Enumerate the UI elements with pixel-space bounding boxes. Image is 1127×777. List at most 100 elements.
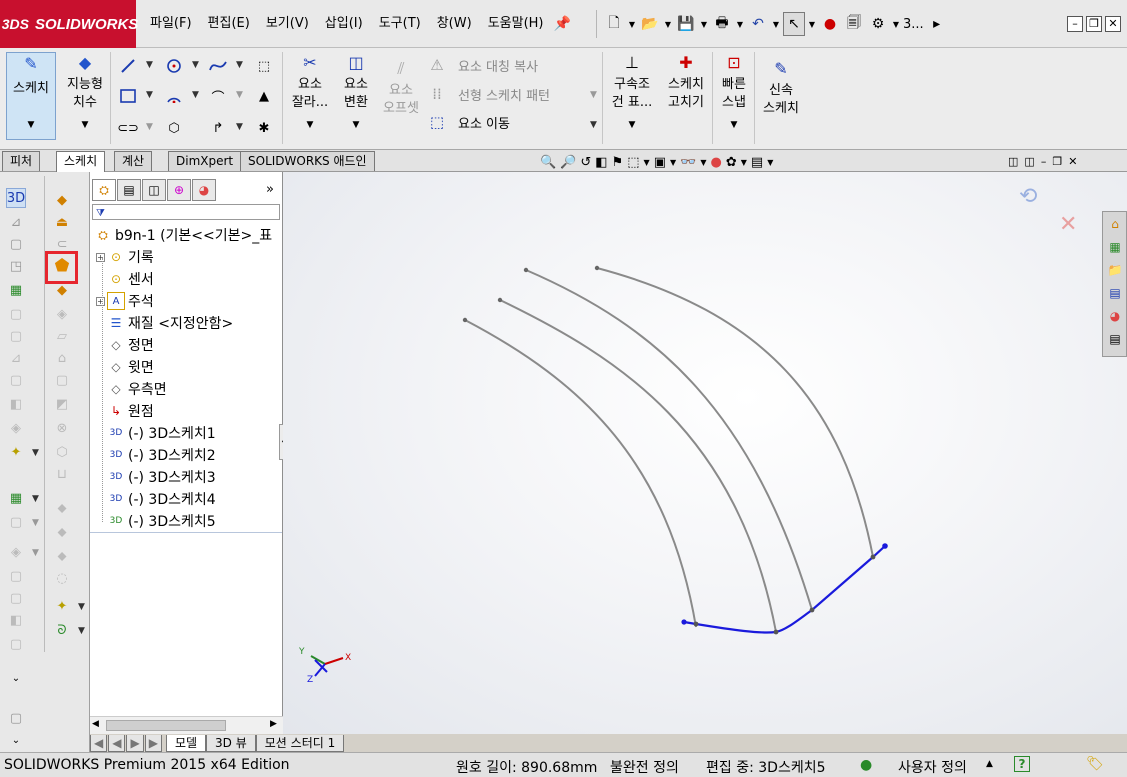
plane-icon-disabled[interactable]: ▲ [254,86,274,106]
spline-icon[interactable] [208,56,228,76]
line-dropdown-arrow[interactable]: ▼ [146,60,153,70]
exit-sketch-icon[interactable]: ⟲ [1019,184,1037,209]
guide-curve-1[interactable] [464,319,697,628]
tree-item-history[interactable]: + ⊙ 기록 [96,246,154,268]
disabled-tool-icon[interactable]: ▢ [6,370,26,390]
tab-evaluate[interactable]: 계산 [114,151,153,171]
doc-close-icon[interactable]: ✕ [1068,155,1077,168]
move-dropdown-arrow[interactable]: ▼ [590,120,597,130]
tangent-arc-dropdown-arrow[interactable]: ▼ [236,122,243,132]
disabled-tool-icon[interactable]: ◧ [6,394,26,414]
circle-icon[interactable] [164,56,184,76]
disabled-dropdown-arrow[interactable]: ▼ [32,518,39,528]
disabled-feature-icon[interactable]: ▢ [52,370,72,390]
custom-properties-icon[interactable]: ▤ [1104,328,1126,350]
disabled-tool-icon[interactable]: ▢ [6,634,26,654]
configuration-manager-tab-icon[interactable]: ◫ [142,179,166,201]
doc-restore-icon[interactable]: ❐ [1052,155,1062,168]
plane-sketch-icon[interactable]: ◳ [6,256,26,276]
trim-entities-button[interactable]: ✂ 요소 잘라... ▼ [290,52,330,134]
display-style-dropdown[interactable]: ▼ [670,158,676,167]
smart-dim-dropdown-arrow[interactable]: ▼ [82,116,89,134]
collapse-toolbar-icon[interactable]: ⌄ [6,730,26,750]
rebuild-status-icon[interactable]: ● [860,757,872,773]
feature-wand-icon[interactable]: ✦ [52,596,72,616]
tab-addins[interactable]: SOLIDWORKS 애드인 [240,151,375,171]
disabled-feature-icon[interactable]: ⬥ [52,546,72,566]
mirror-entities-button[interactable]: ⚠ 요소 대칭 복사 [426,54,538,76]
new-dropdown-arrow[interactable]: ▼ [627,12,637,36]
offset-entities-button[interactable]: ⫽ 요소 오프셋 [378,58,424,118]
restore-panel-icon[interactable]: ◫ [1008,155,1018,168]
disabled-dropdown-arrow[interactable]: ▼ [32,548,39,558]
file-properties-icon[interactable]: 🗐 [843,12,865,36]
hide-show-dropdown[interactable]: ▼ [700,158,706,167]
convert-entities-button[interactable]: ◫ 요소 변환 ▼ [336,52,376,134]
dimxpert-manager-tab-icon[interactable]: ⊕ [167,179,191,201]
help-icon[interactable]: ? [1014,756,1030,772]
slot-icon-disabled[interactable]: ⊂⊃ [117,118,139,138]
menu-view[interactable]: 보기(V) [258,0,317,48]
select-dropdown-arrow[interactable]: ▼ [807,12,817,36]
disabled-feature-icon[interactable]: ▱ [52,326,72,346]
tree-horizontal-scrollbar[interactable]: ◀ ▶ [90,716,283,734]
sketch-point[interactable] [870,554,876,560]
tree-item-3dsketch4[interactable]: 3D (-) 3D스케치4 [107,488,216,510]
property-manager-tab-icon[interactable]: ▤ [117,179,141,201]
3d-sketch-icon[interactable]: 3D [6,188,26,208]
tile-panel-icon[interactable]: ◫ [1024,155,1034,168]
curve-endpoint[interactable] [594,265,600,271]
snap-dropdown-arrow[interactable]: ▼ [731,116,738,134]
sketch-point[interactable] [773,629,779,635]
expand-arrow-icon[interactable]: ▸ [926,12,948,36]
tree-item-sensors[interactable]: ⊙ 센서 [107,268,154,290]
open-folder-icon[interactable]: 📂 [639,12,661,36]
sketch-point[interactable] [693,621,699,627]
doc-minimize-icon[interactable]: – [1041,155,1047,168]
convert-dropdown-arrow[interactable]: ▼ [353,116,360,134]
disabled-feature-icon[interactable]: ◈ [52,304,72,324]
display-style-icon[interactable]: ▣ [654,155,666,170]
view-orientation-dropdown[interactable]: ▼ [644,158,650,167]
tree-item-3dsketch5[interactable]: 3D (-) 3D스케치5 [107,510,216,532]
view-settings-icon[interactable]: ▤ [751,155,763,170]
disabled-tool-icon[interactable]: ◈ [6,542,26,562]
tree-item-material[interactable]: ☰ 재질 <지정안함> [107,312,234,334]
tab-features[interactable]: 피처 [2,151,41,171]
save-icon[interactable]: 💾 [675,12,697,36]
menu-window[interactable]: 창(W) [429,0,480,48]
close-window-icon[interactable]: ✕ [1105,16,1121,32]
slot-dropdown-arrow[interactable]: ▼ [146,122,153,132]
arc-dropdown-arrow[interactable]: ▼ [192,90,199,100]
move-entities-button[interactable]: ⬚ 요소 이동 [426,111,510,133]
expand-toolbar-icon[interactable]: ⌄ [6,668,26,688]
disabled-feature-icon[interactable]: ⊔ [52,464,72,484]
file-explorer-icon[interactable]: 📁 [1104,259,1126,281]
scroll-right-arrow[interactable]: ▶ [270,719,277,729]
expand-toggle[interactable]: + [96,252,105,262]
undo-icon[interactable]: ↶ [747,12,769,36]
rebuild-traffic-light-icon[interactable]: ● [819,12,841,36]
disabled-tool-icon[interactable]: ⊿ [6,348,26,368]
disabled-tool-icon[interactable]: ▢ [6,326,26,346]
disabled-feature-icon[interactable]: ⊗ [52,418,72,438]
display-manager-tab-icon[interactable]: ◕ [192,179,216,201]
design-library-icon[interactable]: ▦ [1104,236,1126,258]
menu-file[interactable]: 파일(F) [142,0,200,48]
disabled-feature-icon[interactable]: ◩ [52,394,72,414]
sketch-picture-icon[interactable]: ▦ [6,280,26,300]
smart-dimension-button[interactable]: ◆ 지능형 치수 ▼ [62,52,108,134]
sketch-canvas[interactable]: Y X Z [283,172,1127,734]
sketch-grid-icon[interactable]: ⊿ [6,212,26,232]
disabled-tool-icon[interactable]: ▢ [6,304,26,324]
arc-icon[interactable] [164,86,184,106]
curve-endpoint[interactable] [523,267,529,273]
select-cursor-icon[interactable]: ↖ [783,12,805,36]
tree-item-front-plane[interactable]: ◇ 정면 [107,334,153,356]
curves-dropdown-arrow[interactable]: ▼ [78,626,85,636]
menu-help[interactable]: 도움말(H) [480,0,552,48]
point-icon[interactable]: ✱ [254,118,274,138]
guide-curve-3[interactable] [525,269,813,611]
circle-dropdown-arrow[interactable]: ▼ [192,60,199,70]
fillet-dropdown-arrow[interactable]: ▼ [236,90,243,100]
